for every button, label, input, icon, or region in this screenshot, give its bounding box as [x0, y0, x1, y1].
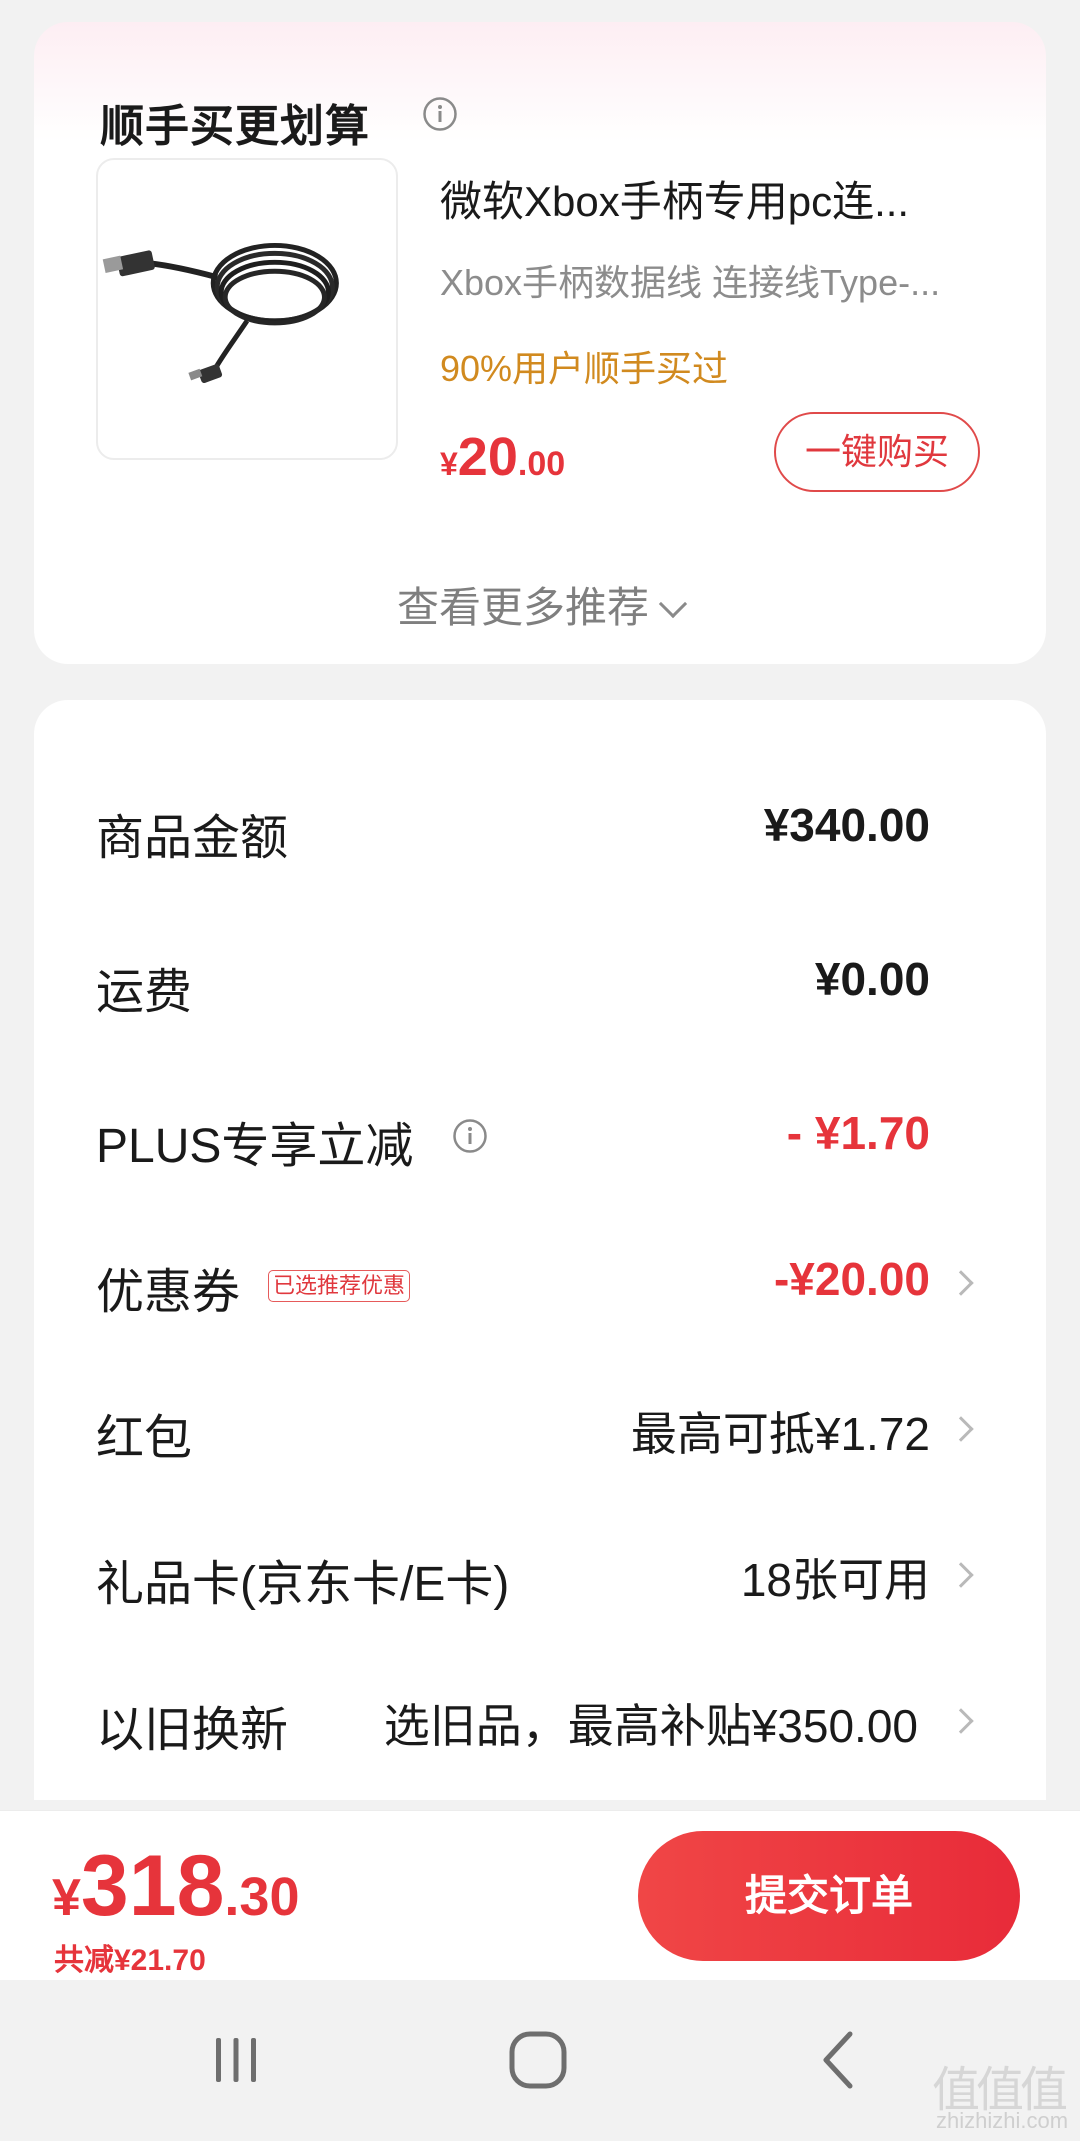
recent-apps-icon[interactable]: [196, 2020, 276, 2100]
shipping-label: 运费: [96, 966, 193, 1019]
order-summary-card: 商品金额 ¥340.00 运费 ¥0.00 PLUS专享立减 - ¥1.70 优…: [34, 700, 1046, 1800]
plus-discount-value: - ¥1.70: [786, 1107, 930, 1159]
chevron-right-icon: [948, 1416, 974, 1442]
total-price-decimal: .30: [224, 1867, 300, 1927]
total-saved: 共减¥21.70: [54, 1944, 206, 1977]
checkout-bottom-bar: ¥318.30 共减¥21.70 提交订单: [0, 1810, 1080, 1980]
gift-card-value: 18张可用: [740, 1554, 930, 1606]
summary-row-trade-in[interactable]: 以旧换新 选旧品，最高补贴¥350.00: [34, 1668, 1046, 1768]
usb-cable-image: [102, 242, 339, 383]
home-icon[interactable]: [498, 2020, 578, 2100]
one-click-buy-button[interactable]: 一键购买: [774, 412, 980, 492]
more-recommendations-label: 查看更多推荐: [396, 584, 649, 631]
total-price-currency: ¥: [52, 1869, 81, 1927]
goods-amount-value: ¥340.00: [763, 799, 930, 851]
goods-amount-label: 商品金额: [96, 812, 289, 865]
summary-row-coupon[interactable]: 优惠券 已选推荐优惠 -¥20.00: [34, 1230, 1046, 1330]
product-price-integer: 20: [457, 427, 518, 487]
gift-card-label: 礼品卡(京东卡/E卡): [96, 1558, 510, 1611]
info-icon[interactable]: [422, 96, 458, 132]
chevron-right-icon: [948, 1708, 974, 1734]
submit-order-button[interactable]: 提交订单: [638, 1831, 1020, 1961]
chevron-right-icon: [948, 1270, 974, 1296]
product-price-decimal: .00: [517, 445, 566, 483]
summary-row-plus-discount: PLUS专享立减 - ¥1.70: [34, 1084, 1046, 1184]
checkout-page: 顺手买更划算 微软Xbox手柄专用pc连... Xbox手柄数据线 连接线Typ…: [0, 0, 1080, 2141]
recommendation-card: 顺手买更划算 微软Xbox手柄专用pc连... Xbox手柄数据线 连接线Typ…: [34, 22, 1046, 664]
coupon-value: -¥20.00: [773, 1253, 930, 1305]
summary-row-shipping: 运费 ¥0.00: [34, 930, 1046, 1030]
system-navigation-bar: [0, 1980, 1080, 2141]
summary-row-gift-card[interactable]: 礼品卡(京东卡/E卡) 18张可用: [34, 1522, 1046, 1622]
watermark-logo: 值值值: [932, 2064, 1068, 2117]
shipping-value: ¥0.00: [814, 953, 930, 1005]
coupon-selected-badge: 已选推荐优惠: [268, 1270, 411, 1302]
red-packet-label: 红包: [96, 1412, 193, 1465]
more-recommendations-link[interactable]: 查看更多推荐: [34, 574, 1046, 635]
total-price: ¥318.30: [52, 1837, 300, 1936]
back-icon[interactable]: [800, 2020, 880, 2100]
product-image[interactable]: [96, 158, 398, 460]
chevron-right-icon: [948, 1562, 974, 1588]
chevron-down-icon: [658, 589, 688, 619]
recommendation-title: 顺手买更划算: [100, 102, 370, 151]
summary-row-goods-amount: 商品金额 ¥340.00: [34, 776, 1046, 876]
total-price-integer: 318: [80, 1838, 225, 1934]
product-price-currency: ¥: [440, 446, 458, 482]
trade-in-label: 以旧换新: [96, 1704, 289, 1757]
coupon-label: 优惠券: [96, 1266, 241, 1319]
info-icon[interactable]: [452, 1118, 488, 1154]
summary-row-red-packet[interactable]: 红包 最高可抵¥1.72: [34, 1376, 1046, 1476]
product-price: ¥20.00: [440, 426, 565, 488]
product-title[interactable]: 微软Xbox手柄专用pc连...: [440, 168, 1000, 229]
red-packet-value: 最高可抵¥1.72: [630, 1408, 930, 1460]
watermark-text: zhizhizhi.com: [936, 2108, 1069, 2133]
product-purchase-note: 90%用户顺手买过: [440, 348, 729, 389]
product-subtitle: Xbox手柄数据线 连接线Type-...: [440, 262, 941, 303]
plus-discount-label: PLUS专享立减: [96, 1120, 414, 1173]
trade-in-value: 选旧品，最高补贴¥350.00: [383, 1700, 918, 1752]
